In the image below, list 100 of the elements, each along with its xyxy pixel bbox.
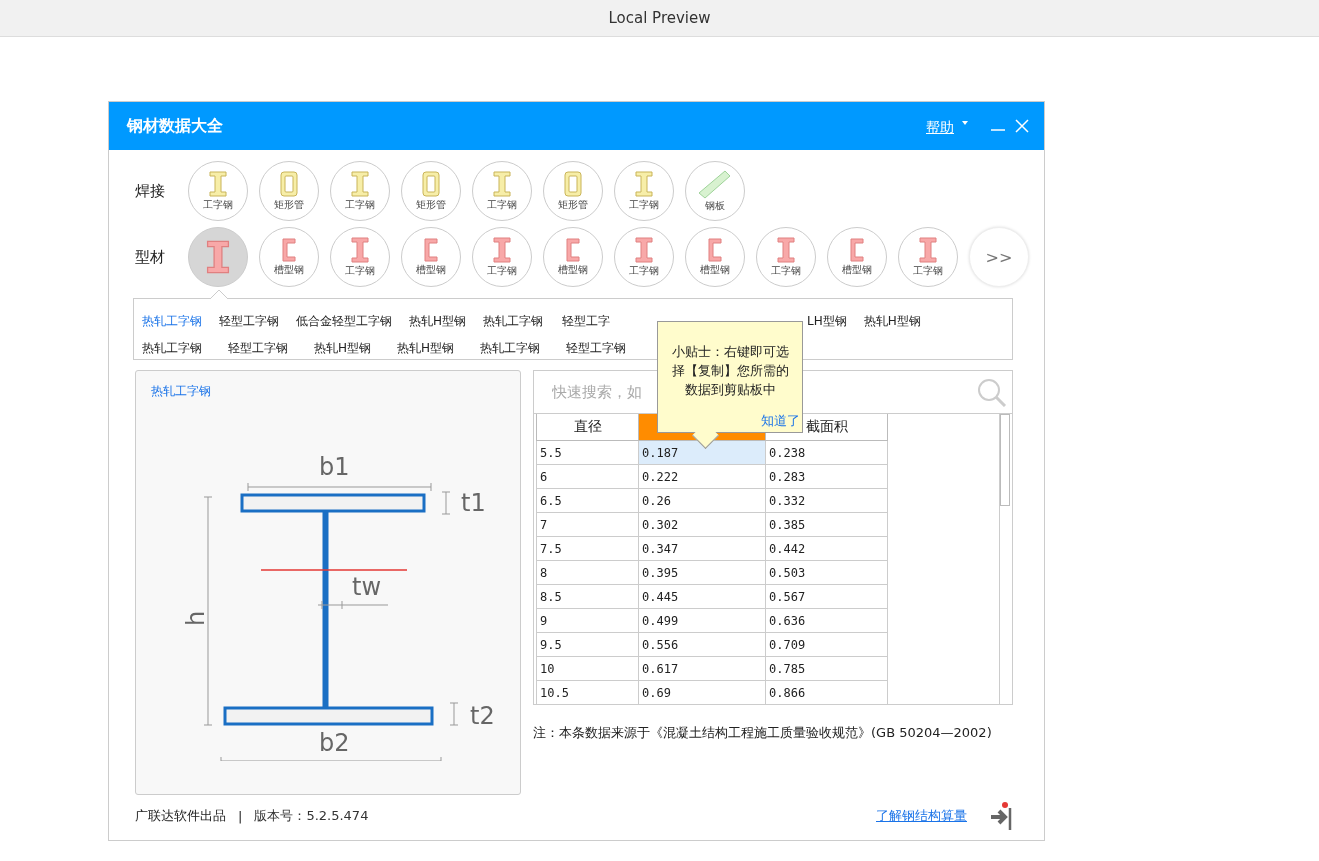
material-tile[interactable]: 工字钢	[898, 227, 958, 287]
channel-icon	[707, 237, 723, 263]
learn-more-link[interactable]: 了解钢结构算量	[876, 807, 967, 825]
category-link[interactable]: 轻型工字钢	[228, 340, 288, 357]
i-beam-icon	[918, 236, 938, 264]
i-beam-icon	[205, 238, 231, 276]
scroll-bar[interactable]	[999, 414, 1010, 704]
caret-icon[interactable]	[962, 121, 968, 125]
rectangular-tube-icon	[421, 170, 441, 198]
i-beam-icon	[492, 170, 512, 198]
version-text: 版本号：5.2.5.474	[254, 807, 369, 825]
material-tile[interactable]: 槽型钢	[827, 227, 887, 287]
rectangular-tube-icon	[279, 170, 299, 198]
table-cell: 0.238	[765, 440, 888, 465]
material-tile[interactable]: 工字钢	[472, 227, 532, 287]
group-label: 型材	[135, 247, 166, 267]
table-cell: 0.499	[638, 608, 766, 633]
category-link[interactable]: 热轧工字钢	[480, 340, 541, 357]
table-cell: 0.567	[765, 584, 888, 609]
table-cell: 0.503	[765, 560, 888, 585]
i-beam-icon	[350, 170, 370, 198]
category-link[interactable]: 轻型工字	[562, 313, 611, 330]
material-tile[interactable]: 槽型钢	[685, 227, 745, 287]
material-tile[interactable]: 工字钢	[188, 161, 248, 221]
table-cell: 0.442	[765, 536, 888, 561]
table-cell: 5.5	[536, 440, 639, 465]
group-label: 焊接	[135, 181, 166, 201]
category-link[interactable]: 热轧H型钢	[863, 313, 921, 330]
table-cell: 0.709	[765, 632, 888, 657]
rectangular-tube-icon	[563, 170, 583, 198]
category-link[interactable]: 轻型工字钢	[219, 313, 279, 330]
table-cell: 7	[536, 512, 639, 537]
table-cell: 0.222	[638, 464, 766, 489]
category-link[interactable]: 低合金轻型工字钢	[296, 313, 392, 330]
scroll-thumb[interactable]	[1000, 414, 1010, 506]
maker-text: 广联达软件出品	[135, 807, 226, 825]
material-tile[interactable]: 工字钢	[330, 227, 390, 287]
dimension-label: t2	[470, 702, 495, 730]
material-tile[interactable]: 工字钢	[330, 161, 390, 221]
material-tile[interactable]: 槽型钢	[401, 227, 461, 287]
i-beam-icon	[350, 236, 370, 264]
category-link[interactable]: 热轧工字钢	[142, 340, 202, 357]
material-tile[interactable]: 工字钢	[614, 227, 674, 287]
table-cell: 6	[536, 464, 639, 489]
table-cell: 0.385	[765, 512, 888, 537]
dimension-line	[449, 702, 459, 726]
i-beam-icon	[634, 236, 654, 264]
table-cell: 9	[536, 608, 639, 633]
category-link[interactable]: 热轧H型钢	[409, 313, 467, 330]
category-link[interactable]: LH型钢	[807, 313, 847, 330]
separator: |	[238, 808, 243, 824]
channel-icon	[849, 237, 865, 263]
table-cell: 0.636	[765, 608, 888, 633]
material-tile[interactable]: 槽型钢	[259, 227, 319, 287]
source-note: 注：本条数据来源于《混凝土结构工程施工质量验收规范》(GB 50204—2002)	[533, 724, 993, 742]
material-tile[interactable]: 槽型钢	[543, 227, 603, 287]
table-cell: 0.785	[765, 656, 888, 681]
table-cell: 10.5	[536, 680, 639, 705]
dimension-label: b2	[319, 729, 350, 757]
table-cell: 9.5	[536, 632, 639, 657]
category-link[interactable]: 热轧H型钢	[314, 340, 372, 357]
material-tile[interactable]: 矩形管	[259, 161, 319, 221]
category-link[interactable]: 热轧H型钢	[397, 340, 455, 357]
table-cell: 0.617	[638, 656, 766, 681]
diagram-title: 热轧工字钢	[151, 383, 211, 400]
material-tile[interactable]: 钢板	[685, 161, 745, 221]
table-cell: 10	[536, 656, 639, 681]
material-tile[interactable]: 工字钢	[756, 227, 816, 287]
material-tile[interactable]: 工字钢	[472, 161, 532, 221]
search-icon[interactable]	[976, 377, 1008, 407]
channel-icon	[423, 237, 439, 263]
category-link[interactable]: 轻型工字钢	[566, 340, 627, 357]
material-tile[interactable]: >>	[969, 227, 1029, 287]
material-tile[interactable]: 矩形管	[401, 161, 461, 221]
table-cell: 0.69	[638, 680, 766, 705]
category-link[interactable]: 热轧工字钢	[483, 313, 544, 330]
table-cell: 8	[536, 560, 639, 585]
table-cell: 6.5	[536, 488, 639, 513]
i-beam-icon	[634, 170, 654, 198]
dimension-line	[441, 491, 451, 515]
column-header[interactable]: 直径	[536, 414, 639, 441]
table-cell: 0.283	[765, 464, 888, 489]
i-beam-icon	[492, 236, 512, 264]
table-cell: 0.866	[765, 680, 888, 705]
dimension-label: b1	[319, 453, 350, 481]
plate-icon	[697, 169, 733, 199]
table-cell: 7.5	[536, 536, 639, 561]
material-tile[interactable]: 工字钢	[614, 161, 674, 221]
table-cell: 0.395	[638, 560, 766, 585]
dimension-label: tw	[352, 573, 382, 601]
dimension-label: t1	[461, 489, 486, 517]
table-cell: 0.332	[765, 488, 888, 513]
table-cell: 0.302	[638, 512, 766, 537]
table-cell: 0.26	[638, 488, 766, 513]
material-tile[interactable]: 矩形管	[543, 161, 603, 221]
category-link[interactable]: 热轧工字钢	[142, 313, 202, 330]
dimension-line	[317, 600, 389, 610]
channel-icon	[281, 237, 297, 263]
close-icon[interactable]	[1014, 118, 1030, 134]
table-cell: 0.187	[638, 440, 766, 465]
